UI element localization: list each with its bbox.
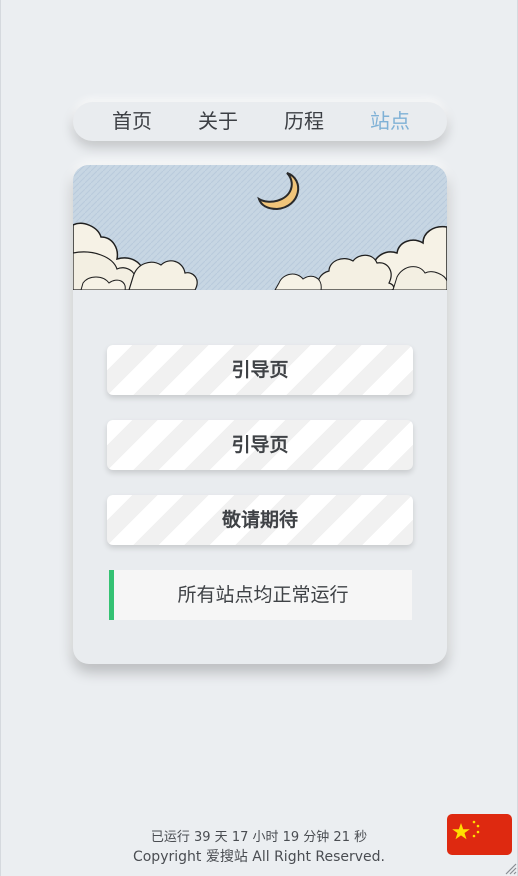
- nav-item-about[interactable]: 关于: [188, 102, 248, 141]
- china-flag-icon[interactable]: [447, 814, 512, 855]
- nav-item-history[interactable]: 历程: [274, 102, 334, 141]
- guide-page-button-2[interactable]: 引导页: [107, 420, 413, 470]
- top-nav: 首页 关于 历程 站点: [73, 102, 447, 141]
- uptime-text: 已运行 39 天 17 小时 19 分钟 21 秒: [150, 830, 368, 845]
- moon-clouds-banner: [73, 165, 447, 290]
- copyright-text: Copyright 爱搜站 All Right Reserved.: [132, 849, 386, 865]
- sites-card: 引导页 引导页 敬请期待 所有站点均正常运行: [73, 165, 447, 664]
- nav-item-home[interactable]: 首页: [102, 102, 162, 141]
- coming-soon-button[interactable]: 敬请期待: [107, 495, 413, 545]
- nav-item-sites[interactable]: 站点: [360, 102, 420, 141]
- resize-grip-icon[interactable]: [503, 861, 517, 875]
- status-banner: 所有站点均正常运行: [109, 570, 412, 620]
- guide-page-button-1[interactable]: 引导页: [107, 345, 413, 395]
